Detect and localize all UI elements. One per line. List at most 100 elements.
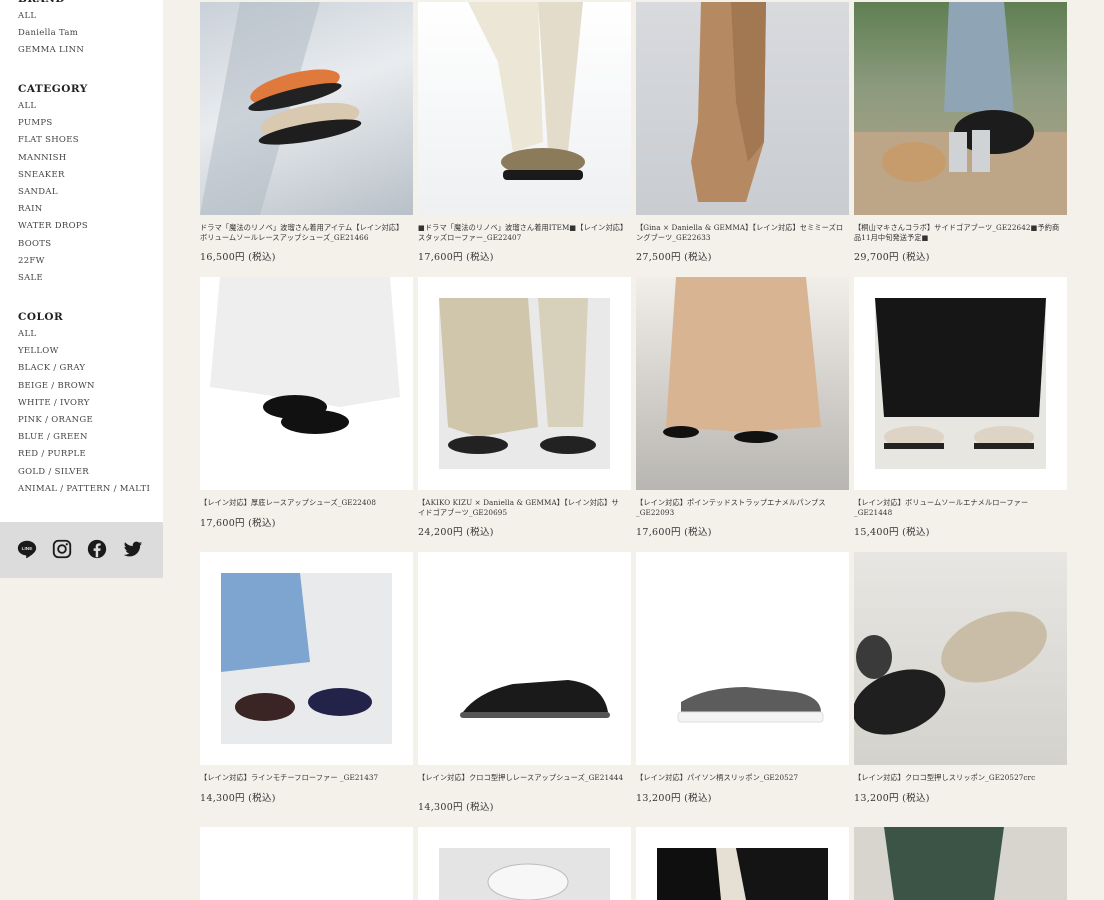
sidebar: BRAND ALL Daniella Tam GEMMA LINN CATEGO… [0, 0, 163, 522]
product-image[interactable] [200, 827, 413, 900]
shoe-photo [221, 573, 392, 744]
product-image[interactable] [418, 552, 631, 765]
color-item-pink-orange[interactable]: PINK / ORANGE [18, 412, 150, 429]
shoe-photo [200, 2, 362, 215]
shoe-photo [210, 277, 400, 434]
product-image[interactable] [854, 552, 1067, 765]
product-card[interactable] [200, 827, 413, 900]
category-item-boots[interactable]: BOOTS [18, 236, 88, 253]
category-item-sandal[interactable]: SANDAL [18, 184, 88, 201]
shoe-photo [691, 2, 766, 202]
product-price: 13,200円 (税込) [636, 793, 712, 804]
product-image[interactable] [636, 827, 849, 900]
product-card[interactable] [418, 827, 631, 900]
product-image[interactable] [200, 2, 413, 215]
shoe-photo [884, 827, 1004, 900]
category-filter: CATEGORY ALL PUMPS FLAT SHOES MANNISH SN… [18, 81, 88, 287]
product-image[interactable] [854, 277, 1067, 490]
category-item-rain[interactable]: RAIN [18, 201, 88, 218]
brand-filter-title: BRAND [18, 0, 84, 8]
product-price: 27,500円 (税込) [636, 252, 712, 263]
product-card[interactable] [854, 827, 1067, 900]
product-image[interactable] [636, 277, 849, 490]
color-item-gold-silver[interactable]: GOLD / SILVER [18, 464, 150, 481]
product-card[interactable]: 【レイン対応】ラインモチーフローファー _GE21437 14,300円 (税込… [200, 552, 413, 822]
product-price: 17,600円 (税込) [418, 252, 494, 263]
product-price: 16,500円 (税込) [200, 252, 276, 263]
product-card[interactable]: 【レイン対応】ボリュームソールエナメルローファー_GE21448 15,400円… [854, 277, 1067, 547]
shoe-photo [468, 2, 585, 180]
product-price: 14,300円 (税込) [418, 802, 494, 813]
product-name[interactable]: 【レイン対応】ボリュームソールエナメルローファー_GE21448 [854, 498, 1062, 517]
shoe-photo [875, 298, 1046, 469]
product-card[interactable] [636, 827, 849, 900]
color-item-animal-pattern-malti[interactable]: ANIMAL / PATTERN / MALTI [18, 481, 150, 498]
product-card[interactable]: 【レイン対応】厚底レースアップシューズ_GE22408 17,600円 (税込) [200, 277, 413, 547]
product-image[interactable] [854, 2, 1067, 215]
color-item-blue-green[interactable]: BLUE / GREEN [18, 429, 150, 446]
product-name[interactable]: 【レイン対応】パイソン柄スリッポン_GE20527 [636, 773, 844, 783]
product-name[interactable]: 【桐山マキさんコラボ】サイドゴアブーツ_GE22642■予約商品11月中旬発送予… [854, 223, 1062, 242]
category-item-sneaker[interactable]: SNEAKER [18, 167, 88, 184]
product-card[interactable]: 【Gina × Daniella & GEMMA】【レイン対応】セミミーズロング… [636, 2, 849, 272]
category-item-22fw[interactable]: 22FW [18, 253, 88, 270]
category-item-pumps[interactable]: PUMPS [18, 115, 88, 132]
product-price: 24,200円 (税込) [418, 527, 494, 538]
twitter-icon[interactable] [122, 538, 144, 560]
product-card[interactable]: 【レイン対応】ポインテッドストラップエナメルパンプス_GE22093 17,60… [636, 277, 849, 547]
brand-item-daniella-tam[interactable]: Daniella Tam [18, 25, 84, 42]
product-name[interactable]: 【レイン対応】ラインモチーフローファー _GE21437 [200, 773, 408, 783]
shoe-photo [439, 298, 610, 469]
category-item-all[interactable]: ALL [18, 98, 88, 115]
product-name[interactable]: 【レイン対応】厚底レースアップシューズ_GE22408 [200, 498, 408, 508]
brand-item-all[interactable]: ALL [18, 8, 84, 25]
product-card[interactable]: 【レイン対応】パイソン柄スリッポン_GE20527 13,200円 (税込) [636, 552, 849, 822]
product-card[interactable]: ■ドラマ「魔法のリノベ」波瑠さん着用ITEM■【レイン対応】スタッズローファー_… [418, 2, 631, 272]
product-image[interactable] [418, 827, 631, 900]
color-filter: COLOR ALL YELLOW BLACK / GRAY BEIGE / BR… [18, 309, 150, 498]
product-name[interactable]: ■ドラマ「魔法のリノベ」波瑠さん着用ITEM■【レイン対応】スタッズローファー_… [418, 223, 626, 242]
product-image[interactable] [636, 2, 849, 215]
color-item-beige-brown[interactable]: BEIGE / BROWN [18, 378, 150, 395]
product-name[interactable]: 【レイン対応】ポインテッドストラップエナメルパンプス_GE22093 [636, 498, 844, 517]
shoe-photo [854, 611, 1047, 735]
color-item-black-gray[interactable]: BLACK / GRAY [18, 360, 150, 377]
color-item-all[interactable]: ALL [18, 326, 150, 343]
color-filter-title: COLOR [18, 311, 64, 323]
color-item-white-ivory[interactable]: WHITE / IVORY [18, 395, 150, 412]
product-image[interactable] [418, 2, 631, 215]
product-card[interactable]: 【レイン対応】クロコ型押しスリッポン_GE20527crc 13,200円 (税… [854, 552, 1067, 822]
product-card[interactable]: 【レイン対応】クロコ型押しレースアップシューズ_GE21444 14,300円 … [418, 552, 631, 822]
product-image[interactable] [636, 552, 849, 765]
category-item-flat-shoes[interactable]: FLAT SHOES [18, 132, 88, 149]
shoe-photo [460, 680, 610, 718]
product-card[interactable]: ドラマ「魔法のリノベ」波瑠さん着用アイテム【レイン対応】ボリュームソールレースア… [200, 2, 413, 272]
product-name[interactable]: 【Gina × Daniella & GEMMA】【レイン対応】セミミーズロング… [636, 223, 844, 242]
product-card[interactable]: 【AKIKO KIZU × Daniella & GEMMA】【レイン対応】サイ… [418, 277, 631, 547]
social-links: LINE [0, 522, 163, 578]
brand-item-gemma-linn[interactable]: GEMMA LINN [18, 42, 84, 59]
instagram-icon[interactable] [51, 538, 73, 560]
product-image[interactable] [200, 277, 413, 490]
product-price: 15,400円 (税込) [854, 527, 930, 538]
product-name[interactable]: 【レイン対応】クロコ型押しレースアップシューズ_GE21444 [418, 773, 626, 783]
svg-text:LINE: LINE [22, 546, 33, 552]
shoe-photo [677, 687, 824, 723]
facebook-icon[interactable] [86, 538, 108, 560]
color-item-yellow[interactable]: YELLOW [18, 343, 150, 360]
product-image[interactable] [854, 827, 1067, 900]
category-item-sale[interactable]: SALE [18, 270, 88, 287]
product-price: 17,600円 (税込) [636, 527, 712, 538]
line-icon[interactable]: LINE [16, 538, 38, 560]
category-item-water-drops[interactable]: WATER DROPS [18, 218, 88, 235]
category-item-mannish[interactable]: MANNISH [18, 150, 88, 167]
shoe-photo [663, 277, 821, 443]
product-card[interactable]: 【桐山マキさんコラボ】サイドゴアブーツ_GE22642■予約商品11月中旬発送予… [854, 2, 1067, 272]
product-name[interactable]: ドラマ「魔法のリノベ」波瑠さん着用アイテム【レイン対応】ボリュームソールレースア… [200, 223, 408, 242]
product-price: 29,700円 (税込) [854, 252, 930, 263]
color-item-red-purple[interactable]: RED / PURPLE [18, 446, 150, 463]
product-name[interactable]: 【AKIKO KIZU × Daniella & GEMMA】【レイン対応】サイ… [418, 498, 626, 517]
product-image[interactable] [418, 277, 631, 490]
product-name[interactable]: 【レイン対応】クロコ型押しスリッポン_GE20527crc [854, 773, 1062, 783]
product-image[interactable] [200, 552, 413, 765]
